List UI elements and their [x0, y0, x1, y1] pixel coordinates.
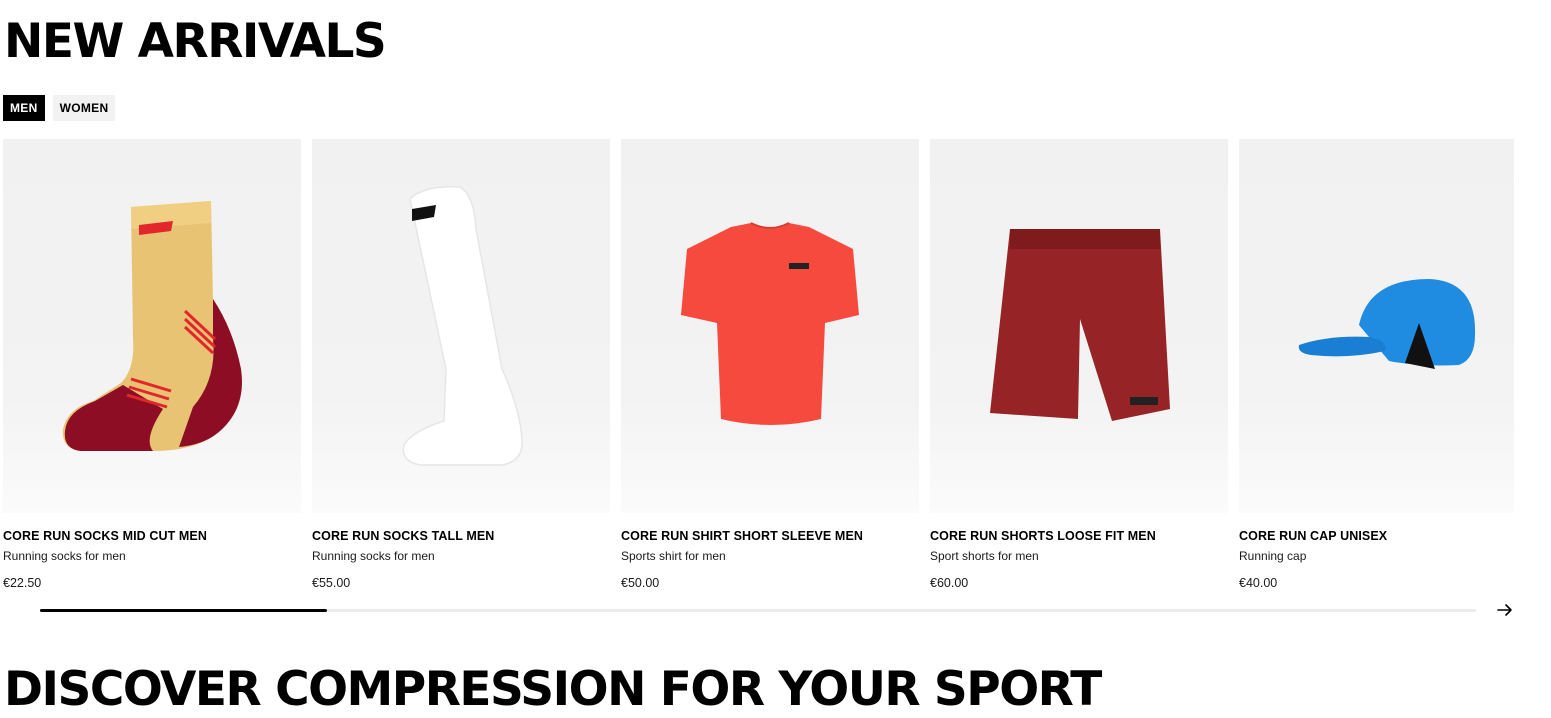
shirt-illustration [681, 222, 859, 425]
product-name[interactable]: CORE RUN SOCKS TALL MEN [312, 529, 610, 543]
product-name[interactable]: CORE RUN SOCKS MID CUT MEN [3, 529, 301, 543]
product-description: Running socks for men [312, 549, 435, 563]
shorts-illustration [990, 229, 1170, 421]
arrow-right-icon[interactable] [1495, 600, 1515, 620]
product-card[interactable]: CORE RUN CAP UNISEX Running cap €40.00 [1239, 139, 1514, 590]
product-price: €60.00 [930, 576, 969, 590]
carousel-track: CORE RUN SOCKS MID CUT MEN Running socks… [3, 139, 1515, 590]
product-card[interactable]: CORE RUN SHIRT SHORT SLEEVE MEN Sports s… [621, 139, 919, 590]
product-name[interactable]: CORE RUN CAP UNISEX [1239, 529, 1514, 543]
tab-women[interactable]: WOMEN [52, 95, 116, 121]
discover-title: DISCOVER COMPRESSION FOR YOUR SPORT [4, 662, 1102, 717]
carousel-scrollbar-thumb[interactable] [40, 609, 328, 612]
product-image-sock-mid-cut[interactable] [3, 139, 301, 513]
product-description: Running socks for men [3, 549, 126, 563]
new-arrivals-title: NEW ARRIVALS [4, 14, 387, 69]
product-name[interactable]: CORE RUN SHIRT SHORT SLEEVE MEN [621, 529, 919, 543]
product-card[interactable]: CORE RUN SHORTS LOOSE FIT MEN Sport shor… [930, 139, 1228, 590]
product-price: €50.00 [621, 576, 660, 590]
product-carousel: CORE RUN SOCKS MID CUT MEN Running socks… [3, 139, 1515, 599]
tab-men[interactable]: MEN [3, 95, 45, 121]
product-description: Running cap [1239, 549, 1307, 563]
product-image-shirt[interactable] [621, 139, 919, 513]
product-price: €22.50 [3, 576, 42, 590]
product-description: Sports shirt for men [621, 549, 726, 563]
sock-mid-cut-illustration [62, 201, 242, 451]
sock-tall-illustration [402, 186, 523, 466]
product-image-sock-tall[interactable] [312, 139, 610, 513]
carousel-scrollbar[interactable] [40, 609, 1476, 612]
product-name[interactable]: CORE RUN SHORTS LOOSE FIT MEN [930, 529, 1228, 543]
product-image-shorts[interactable] [930, 139, 1228, 513]
cap-illustration [1298, 279, 1476, 369]
gender-tabs: MEN WOMEN [3, 95, 116, 121]
product-price: €40.00 [1239, 576, 1278, 590]
product-image-cap[interactable] [1239, 139, 1514, 513]
product-description: Sport shorts for men [930, 549, 1039, 563]
product-price: €55.00 [312, 576, 351, 590]
product-card[interactable]: CORE RUN SOCKS MID CUT MEN Running socks… [3, 139, 301, 590]
product-card[interactable]: CORE RUN SOCKS TALL MEN Running socks fo… [312, 139, 610, 590]
